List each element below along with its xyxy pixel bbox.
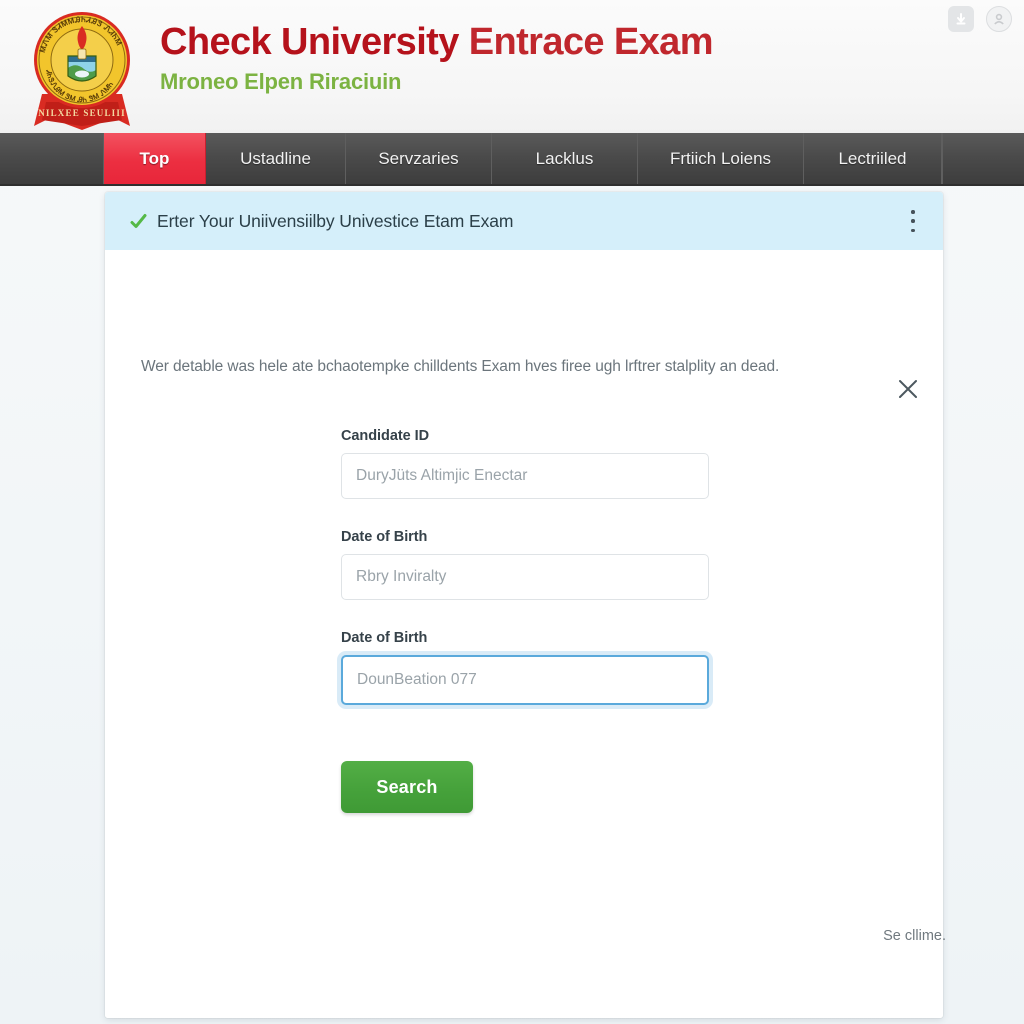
nav-spacer-right xyxy=(942,133,1024,184)
field-label-date-of-birth: Date of Birth xyxy=(341,529,428,545)
footer-note: Se cllime. xyxy=(883,928,946,944)
site-header: NILXEE SEULIII ᎷᏁᎷ ᏕᏗᎷᎷᎯᏂᏗᎯᏕ ᏁᏗᏂᎷ ᏗᏂᏕᏁᎯᎷ… xyxy=(0,0,1024,133)
nav-item-top[interactable]: Top xyxy=(104,133,206,184)
nav-item-servzaries[interactable]: Servzaries xyxy=(346,133,492,184)
exam-lookup-card: Erter Your Uniivensiilby Univestice Etam… xyxy=(105,192,943,1018)
nav-item-frtiich-loiens[interactable]: Frtiich Loiens xyxy=(638,133,804,184)
svg-text:NILXEE SEULIII: NILXEE SEULIII xyxy=(38,108,126,118)
page-title: Check University Entrace Exam xyxy=(160,21,714,63)
kebab-menu-icon[interactable] xyxy=(903,208,923,234)
submit-row: Search xyxy=(105,761,473,813)
download-icon[interactable] xyxy=(948,6,974,32)
page-root: NILXEE SEULIII ᎷᏁᎷ ᏕᏗᎷᎷᎯᏂᏗᎯᏕ ᏁᏗᏂᎷ ᏗᏂᏕᏁᎯᎷ… xyxy=(0,0,1024,1024)
field-candidate-id: Candidate ID xyxy=(341,428,709,499)
date-of-birth-secondary-input[interactable] xyxy=(341,655,709,705)
nav-spacer-left xyxy=(0,133,104,184)
card-body: Wer detable was hele ate bchaotempke chi… xyxy=(105,358,943,1018)
card-banner: Erter Your Uniivensiilby Univestice Etam… xyxy=(105,192,943,250)
university-crest-icon: NILXEE SEULIII ᎷᏁᎷ ᏕᏗᎷᎷᎯᏂᏗᎯᏕ ᏁᏗᏂᎷ ᏗᏂᏕᏁᎯᎷ… xyxy=(34,12,130,130)
close-icon[interactable] xyxy=(893,374,923,404)
field-label-date-of-birth-secondary: Date of Birth xyxy=(341,630,428,646)
card-banner-title: Erter Your Uniivensiilby Univestice Etam… xyxy=(157,210,514,231)
green-check-icon xyxy=(130,213,147,230)
date-of-birth-input[interactable] xyxy=(341,554,709,600)
field-date-of-birth: Date of Birth xyxy=(341,529,709,600)
field-label-candidate-id: Candidate ID xyxy=(341,428,430,444)
page-subtitle: Mroneo Elpen Riraciuin xyxy=(160,69,402,95)
brand-text-block: Check University Entrace Exam Mroneo Elp… xyxy=(160,6,713,95)
nav-item-lacklus[interactable]: Lacklus xyxy=(492,133,638,184)
avatar-circle-icon[interactable] xyxy=(986,6,1012,32)
university-crest-logo: NILXEE SEULIII ᎷᏁᎷ ᏕᏗᎷᎷᎯᏂᏗᎯᏕ ᏁᏗᏂᎷ ᏗᏂᏕᏁᎯᎷ… xyxy=(22,6,142,132)
header-action-icons xyxy=(948,6,1012,32)
page-title-part2: Entrace Exam xyxy=(468,21,714,63)
card-description: Wer detable was hele ate bchaotempke chi… xyxy=(141,358,780,375)
nav-item-lectriiled[interactable]: Lectriiled xyxy=(804,133,942,184)
lookup-form: Candidate ID Date of Birth Date of Birth xyxy=(105,428,943,705)
primary-nav: Top Ustadline Servzaries Lacklus Frtiich… xyxy=(0,133,1024,186)
page-title-part1: Check University xyxy=(160,21,469,63)
candidate-id-input[interactable] xyxy=(341,453,709,499)
search-button[interactable]: Search xyxy=(341,761,473,813)
field-date-of-birth-secondary: Date of Birth xyxy=(341,630,709,705)
nav-item-ustadline[interactable]: Ustadline xyxy=(206,133,346,184)
